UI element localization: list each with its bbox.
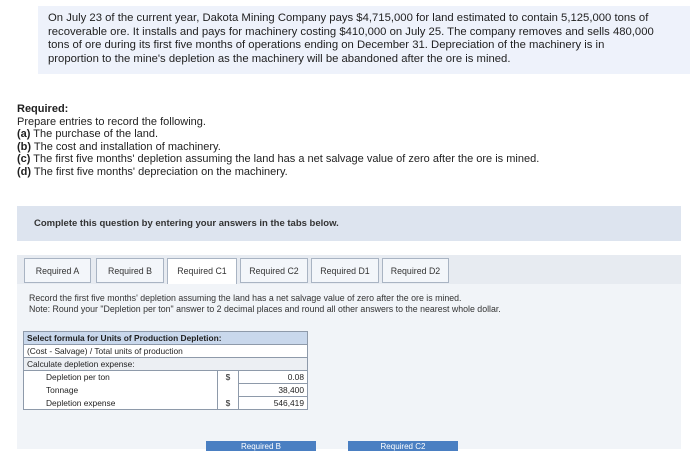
required-item-d: (d) The first five months' depreciation …: [17, 165, 288, 178]
next-button[interactable]: Required C2: [348, 441, 458, 451]
prev-button[interactable]: Required B: [206, 441, 316, 451]
tab-panel: Record the first five months' depletion …: [17, 284, 681, 449]
dollar-sign: [217, 383, 239, 397]
complete-banner: Complete this question by entering your …: [17, 206, 681, 241]
tab-required-d1[interactable]: Required D1: [311, 258, 379, 283]
required-section: Required: Prepare entries to record the …: [17, 103, 539, 179]
problem-line: recoverable ore. It installs and pays fo…: [48, 25, 654, 38]
problem-line: On July 23 of the current year, Dakota M…: [48, 12, 649, 24]
problem-line: proportion to the mine's depletion as th…: [48, 52, 511, 65]
required-item-a: (a) The purchase of the land.: [17, 128, 159, 141]
tab-required-a[interactable]: Required A: [24, 258, 91, 283]
row-label-tonnage: Tonnage: [23, 383, 218, 397]
tab-required-c1[interactable]: Required C1: [167, 258, 237, 285]
formula-select[interactable]: (Cost - Salvage) / Total units of produc…: [23, 344, 308, 358]
required-item-c: (c) The first five months' depletion ass…: [17, 153, 540, 166]
row-label-depletion-per-ton: Depletion per ton: [23, 370, 218, 384]
tab-required-b[interactable]: Required B: [96, 258, 164, 283]
required-intro: Prepare entries to record the following.: [17, 115, 206, 128]
required-title: Required:: [17, 103, 69, 115]
tab-bar: Required A Required B Required C1 Requir…: [17, 255, 681, 285]
problem-line: tons of ore during its first five months…: [48, 39, 605, 52]
instruction: Record the first five months' depletion …: [29, 293, 501, 315]
tab-required-c2[interactable]: Required C2: [240, 258, 308, 283]
tonnage-input[interactable]: 38,400: [238, 383, 308, 397]
depletion-expense-input[interactable]: 546,419: [238, 396, 308, 410]
depletion-per-ton-input[interactable]: 0.08: [238, 370, 308, 384]
instruction-note: Note: Round your "Depletion per ton" ans…: [29, 304, 501, 314]
dollar-sign: $: [217, 396, 239, 410]
row-label-depletion-expense: Depletion expense: [23, 396, 218, 410]
dollar-sign: $: [217, 370, 239, 384]
required-item-b: (b) The cost and installation of machine…: [17, 140, 221, 153]
problem-statement: On July 23 of the current year, Dakota M…: [38, 6, 690, 74]
depletion-grid: Select formula for Units of Production D…: [23, 331, 308, 410]
instruction-line: Record the first five months' depletion …: [29, 293, 462, 303]
calc-label: Calculate depletion expense:: [23, 357, 308, 371]
tab-required-d2[interactable]: Required D2: [382, 258, 449, 283]
grid-header: Select formula for Units of Production D…: [23, 331, 308, 345]
